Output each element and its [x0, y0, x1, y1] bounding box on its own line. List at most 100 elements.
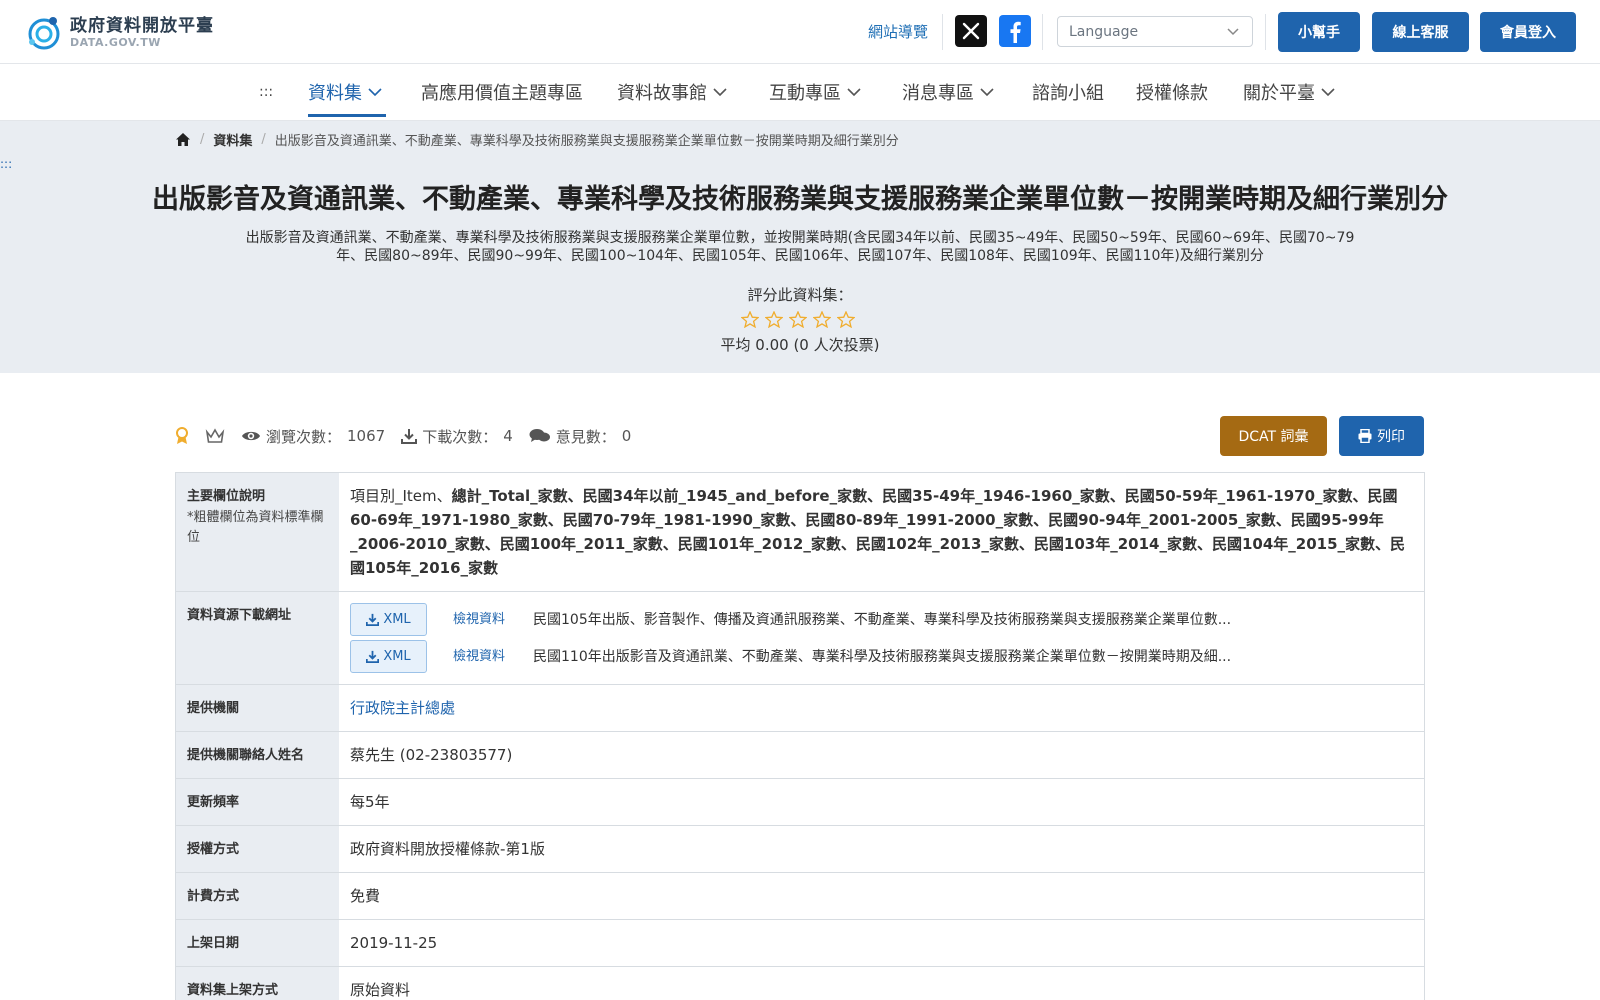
comments-icon — [529, 429, 550, 442]
contact-value: 蔡先生 (02-23803577) — [350, 746, 513, 764]
dataset-metadata-table: 主要欄位說明 *粗體欄位為資料標準欄位 項目別_Item、總計_Total_家數… — [175, 472, 1425, 1000]
nav-item-stories[interactable]: 資料故事館 — [617, 80, 727, 104]
main-nav: ::: 資料集 高應用價值主題專區 資料故事館 互動專區 消息專區 諮詢小組 授… — [0, 64, 1600, 121]
row-label: 資料資源下載網址 — [176, 592, 339, 684]
license-value: 政府資料開放授權條款-第1版 — [350, 840, 545, 858]
dataset-hero: / 資料集 / 出版影音及資通訊業、不動產業、專業科學及技術服務業與支援服務業企… — [0, 121, 1600, 373]
row-label: 計費方式 — [176, 873, 339, 919]
nav-item-about[interactable]: 關於平臺 — [1243, 80, 1335, 104]
table-row: 資料資源下載網址 XML 檢視資料 民國105年出版、影音製作、傳播及資通訊服務… — [176, 592, 1424, 685]
nav-item-high-value[interactable]: 高應用價值主題專區 — [421, 80, 583, 104]
agency-link[interactable]: 行政院主計總處 — [350, 699, 455, 717]
crown-icon — [205, 428, 225, 443]
table-row: 更新頻率 每5年 — [176, 779, 1424, 826]
xml-label: XML — [383, 611, 411, 627]
nav-item-datasets[interactable]: 資料集 — [308, 80, 382, 104]
nav-item-label: 諮詢小組 — [1032, 83, 1104, 104]
nav-item-label: 資料故事館 — [617, 83, 707, 104]
rating-average: 平均 0.00 (0 人次投票) — [720, 336, 880, 354]
chevron-down-icon — [980, 88, 994, 97]
table-row: 提供機關 行政院主計總處 — [176, 685, 1424, 732]
fee-value: 免費 — [350, 887, 381, 905]
award-badge-icon — [176, 427, 188, 444]
language-select[interactable]: Language — [1057, 16, 1253, 47]
x-twitter-icon[interactable] — [955, 15, 987, 47]
sitemap-link[interactable]: 網站導覽 — [868, 21, 928, 42]
fields-note: *粗體欄位為資料標準欄位 — [187, 510, 324, 545]
chevron-down-icon — [1227, 28, 1239, 36]
language-select-value: Language — [1069, 23, 1139, 40]
divider — [942, 14, 943, 50]
dcat-vocabulary-button[interactable]: DCAT 詞彙 — [1220, 416, 1327, 456]
star-icon[interactable] — [810, 309, 834, 329]
xml-label: XML — [383, 648, 411, 664]
nav-item-news[interactable]: 消息專區 — [902, 80, 994, 104]
rating-stars — [738, 309, 858, 329]
xml-download-button[interactable]: XML — [350, 640, 427, 673]
site-logo[interactable]: 政府資料開放平臺 DATA.GOV.TW — [24, 12, 214, 52]
nav-item-label: 互動專區 — [769, 83, 841, 104]
online-service-button[interactable]: 線上客服 — [1372, 12, 1469, 52]
table-row: 授權方式 政府資料開放授權條款-第1版 — [176, 826, 1424, 873]
divider — [1042, 14, 1043, 50]
views-count: 1067 — [347, 427, 386, 445]
breadcrumb-datasets[interactable]: 資料集 — [213, 130, 252, 149]
accesskey-anchor[interactable]: ::: — [259, 84, 273, 100]
nav-item-label: 消息專區 — [902, 83, 974, 104]
row-label: 更新頻率 — [176, 779, 339, 825]
xml-download-button[interactable]: XML — [350, 603, 427, 636]
helper-button[interactable]: 小幫手 — [1278, 12, 1360, 52]
chevron-down-icon — [368, 88, 382, 97]
breadcrumb-current: 出版影音及資通訊業、不動產業、專業科學及技術服務業與支援服務業企業單位數－按開業… — [274, 133, 899, 149]
home-icon[interactable] — [175, 132, 191, 147]
view-data-link[interactable]: 檢視資料 — [453, 645, 533, 669]
table-row: 資料集上架方式 原始資料 — [176, 967, 1424, 1000]
publish-method-value: 原始資料 — [350, 981, 411, 999]
download-icon — [366, 650, 380, 663]
table-row: 提供機關聯絡人姓名 蔡先生 (02-23803577) — [176, 732, 1424, 779]
printer-icon — [1358, 429, 1372, 443]
view-data-link[interactable]: 檢視資料 — [453, 608, 533, 632]
dataset-title: 出版影音及資通訊業、不動產業、專業科學及技術服務業與支援服務業企業單位數－按開業… — [152, 184, 1448, 215]
downloads-label: 下載次數： — [422, 427, 498, 446]
logo-icon — [28, 17, 60, 50]
active-nav-indicator — [308, 114, 386, 117]
facebook-icon[interactable] — [999, 15, 1031, 47]
views-label: 瀏覽次數： — [266, 427, 342, 446]
row-label: 提供機關聯絡人姓名 — [176, 732, 339, 778]
rating-label: 評分此資料集： — [747, 286, 853, 304]
table-row: 計費方式 免費 — [176, 873, 1424, 920]
nav-item-label: 高應用價值主題專區 — [421, 83, 583, 104]
chevron-down-icon — [1321, 88, 1335, 97]
accesskey-anchor[interactable]: ::: — [0, 157, 12, 171]
row-label: 上架日期 — [176, 920, 339, 966]
table-row: 上架日期 2019-11-25 — [176, 920, 1424, 967]
star-icon[interactable] — [738, 309, 762, 329]
nav-item-advisory[interactable]: 諮詢小組 — [1032, 80, 1104, 104]
resources-value: XML 檢視資料 民國105年出版、影音製作、傳播及資通訊服務業、不動產業、專業… — [339, 592, 1424, 684]
agency-value: 行政院主計總處 — [339, 685, 1424, 731]
dataset-stats: 瀏覽次數： 1067 下載次數： 4 意見數： 0 — [175, 424, 647, 448]
download-icon — [401, 429, 418, 444]
resource-item: XML 檢視資料 民國105年出版、影音製作、傳播及資通訊服務業、不動產業、專業… — [350, 603, 1413, 636]
logo-text-en: DATA.GOV.TW — [70, 35, 161, 49]
comments-label: 意見數： — [555, 427, 616, 446]
site-header: 政府資料開放平臺 DATA.GOV.TW 網站導覽 Language 小幫手 線… — [0, 0, 1600, 64]
breadcrumb: / 資料集 / 出版影音及資通訊業、不動產業、專業科學及技術服務業與支援服務業企… — [175, 130, 899, 149]
star-icon[interactable] — [786, 309, 810, 329]
resource-name: 民國110年出版影音及資通訊業、不動產業、專業科學及技術服務業與支援服務業企業單… — [533, 648, 1232, 665]
row-label: 授權方式 — [176, 826, 339, 872]
eye-icon — [242, 431, 260, 441]
print-button[interactable]: 列印 — [1339, 416, 1424, 456]
nav-item-license[interactable]: 授權條款 — [1136, 80, 1208, 104]
row-label: 提供機關 — [176, 685, 339, 731]
star-icon[interactable] — [834, 309, 858, 329]
nav-item-interactive[interactable]: 互動專區 — [769, 80, 861, 104]
member-login-button[interactable]: 會員登入 — [1480, 12, 1576, 52]
fields-label: 主要欄位說明 — [187, 489, 266, 504]
release-date-value: 2019-11-25 — [350, 934, 438, 952]
fields-bold-text: 總計_Total_家數、民國34年以前_1945_and_before_家數、民… — [350, 487, 1406, 577]
fields-normal-text: 項目別_Item、 — [350, 487, 452, 505]
star-icon[interactable] — [762, 309, 786, 329]
row-label: 主要欄位說明 *粗體欄位為資料標準欄位 — [176, 473, 339, 591]
